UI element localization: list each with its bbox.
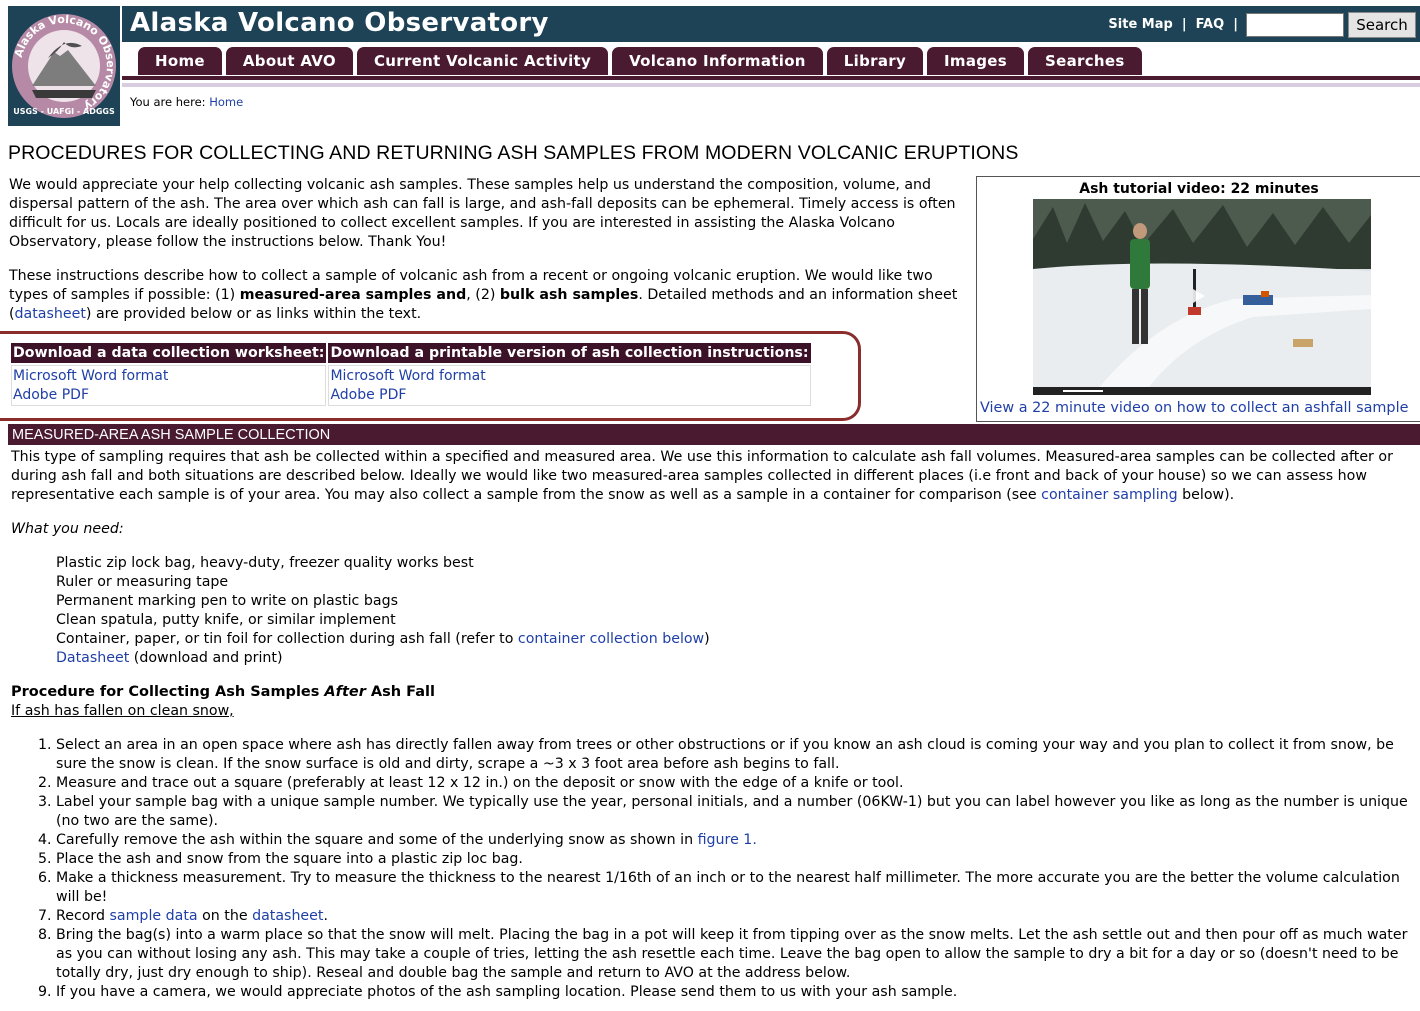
instructions-pdf-link[interactable]: Adobe PDF	[330, 387, 406, 403]
tab-volcano-information[interactable]: Volcano Information	[612, 47, 823, 75]
instructions-word-link[interactable]: Microsoft Word format	[330, 368, 485, 384]
list-item: Clean spatula, putty knife, or similar i…	[56, 612, 396, 628]
tab-library[interactable]: Library	[826, 47, 924, 75]
figure-1-link[interactable]: figure 1.	[698, 832, 757, 848]
list-item: Select an area in an open space where as…	[56, 736, 1416, 774]
list-item: Bring the bag(s) into a warm place so th…	[56, 926, 1416, 983]
list-item: Carefully remove the ash within the squa…	[56, 831, 1416, 850]
top-bar: Alaska Volcano Observatory Site Map | FA…	[122, 6, 1420, 42]
separator: |	[1181, 17, 1187, 32]
worksheet-header: Download a data collection worksheet:	[11, 343, 327, 363]
site-title[interactable]: Alaska Volcano Observatory	[130, 8, 549, 38]
tab-about-avo[interactable]: About AVO	[225, 47, 353, 75]
search-input[interactable]	[1246, 13, 1344, 37]
list-item: Permanent marking pen to write on plasti…	[56, 593, 398, 609]
search-button[interactable]: Search	[1348, 12, 1416, 38]
breadcrumb: You are here: Home	[130, 95, 243, 109]
list-item: Record sample data on the datasheet.	[56, 907, 1416, 926]
worksheet-links: Microsoft Word format Adobe PDF	[11, 365, 327, 406]
site-header: Alaska Volcano Observatory USGS - UAFGI …	[0, 0, 1420, 132]
clean-snow-subheading: If ash has fallen on clean snow,	[11, 703, 234, 719]
list-item: Datasheet (download and print)	[56, 650, 283, 666]
downloads-table: Download a data collection worksheet: Do…	[9, 341, 813, 408]
site-map-link[interactable]: Site Map	[1108, 17, 1172, 32]
avo-logo[interactable]: Alaska Volcano Observatory USGS - UAFGI …	[8, 6, 120, 126]
list-item: Ruler or measuring tape	[56, 574, 229, 590]
nav-underline	[122, 76, 1420, 80]
procedure-steps: Select an area in an open space where as…	[11, 736, 1416, 1002]
what-you-need-label: What you need:	[11, 521, 124, 537]
list-item: Label your sample bag with a unique samp…	[56, 793, 1416, 831]
tab-searches[interactable]: Searches	[1028, 47, 1142, 75]
tab-home[interactable]: Home	[138, 47, 222, 75]
intro-paragraph-2: These instructions describe how to colle…	[9, 268, 958, 322]
faq-link[interactable]: FAQ	[1196, 17, 1225, 32]
separator: |	[1233, 17, 1238, 32]
video-panel: Ash tutorial video: 22 minutes View a 22…	[976, 176, 1420, 422]
container-sampling-link[interactable]: container sampling	[1041, 487, 1178, 503]
list-item: Container, paper, or tin foil for collec…	[56, 631, 710, 647]
worksheet-pdf-link[interactable]: Adobe PDF	[13, 387, 89, 403]
procedure-heading: Procedure for Collecting Ash Samples Aft…	[11, 684, 435, 700]
intro-text: We would appreciate your help collecting…	[9, 176, 974, 339]
instructions-links: Microsoft Word format Adobe PDF	[328, 365, 811, 406]
video-title: Ash tutorial video: 22 minutes	[1079, 181, 1319, 197]
instructions-header: Download a printable version of ash coll…	[328, 343, 811, 363]
section-heading: MEASURED-AREA ASH SAMPLE COLLECTION	[8, 424, 1420, 445]
datasheet-link-2[interactable]: datasheet	[252, 908, 323, 924]
datasheet-download-link[interactable]: Datasheet	[56, 650, 129, 666]
avo-seal-icon: Alaska Volcano Observatory USGS - UAFGI …	[12, 13, 117, 118]
section-body: This type of sampling requires that ash …	[11, 448, 1416, 1002]
nav-underline-light	[122, 83, 1420, 87]
intro-paragraph-1: We would appreciate your help collecting…	[9, 177, 956, 250]
list-item: If you have a camera, we would appreciat…	[56, 983, 1416, 1002]
worksheet-word-link[interactable]: Microsoft Word format	[13, 368, 168, 384]
sample-data-link[interactable]: sample data	[110, 908, 198, 924]
logo-bottom-text: USGS - UAFGI - ADGGS	[13, 107, 115, 116]
tab-current-volcanic-activity[interactable]: Current Volcanic Activity	[357, 47, 609, 75]
page-title: PROCEDURES FOR COLLECTING AND RETURNING …	[8, 142, 1019, 164]
breadcrumb-home-link[interactable]: Home	[209, 95, 243, 109]
container-collection-link[interactable]: container collection below	[518, 631, 704, 647]
tab-images[interactable]: Images	[927, 47, 1025, 75]
video-link[interactable]: View a 22 minute video on how to collect…	[980, 400, 1408, 416]
section-paragraph: This type of sampling requires that ash …	[11, 449, 1393, 503]
list-item: Make a thickness measurement. Try to mea…	[56, 869, 1416, 907]
datasheet-link[interactable]: datasheet	[15, 306, 86, 322]
list-item: Plastic zip lock bag, heavy-duty, freeze…	[56, 555, 474, 571]
list-item: Place the ash and snow from the square i…	[56, 850, 1416, 869]
video-snow-scene-icon	[1033, 199, 1371, 395]
needs-list: Plastic zip lock bag, heavy-duty, freeze…	[11, 554, 1416, 668]
video-thumbnail[interactable]	[1033, 199, 1371, 395]
breadcrumb-prefix: You are here:	[130, 95, 206, 109]
list-item: Measure and trace out a square (preferab…	[56, 774, 1416, 793]
utility-links: Site Map | FAQ |	[1108, 17, 1238, 32]
